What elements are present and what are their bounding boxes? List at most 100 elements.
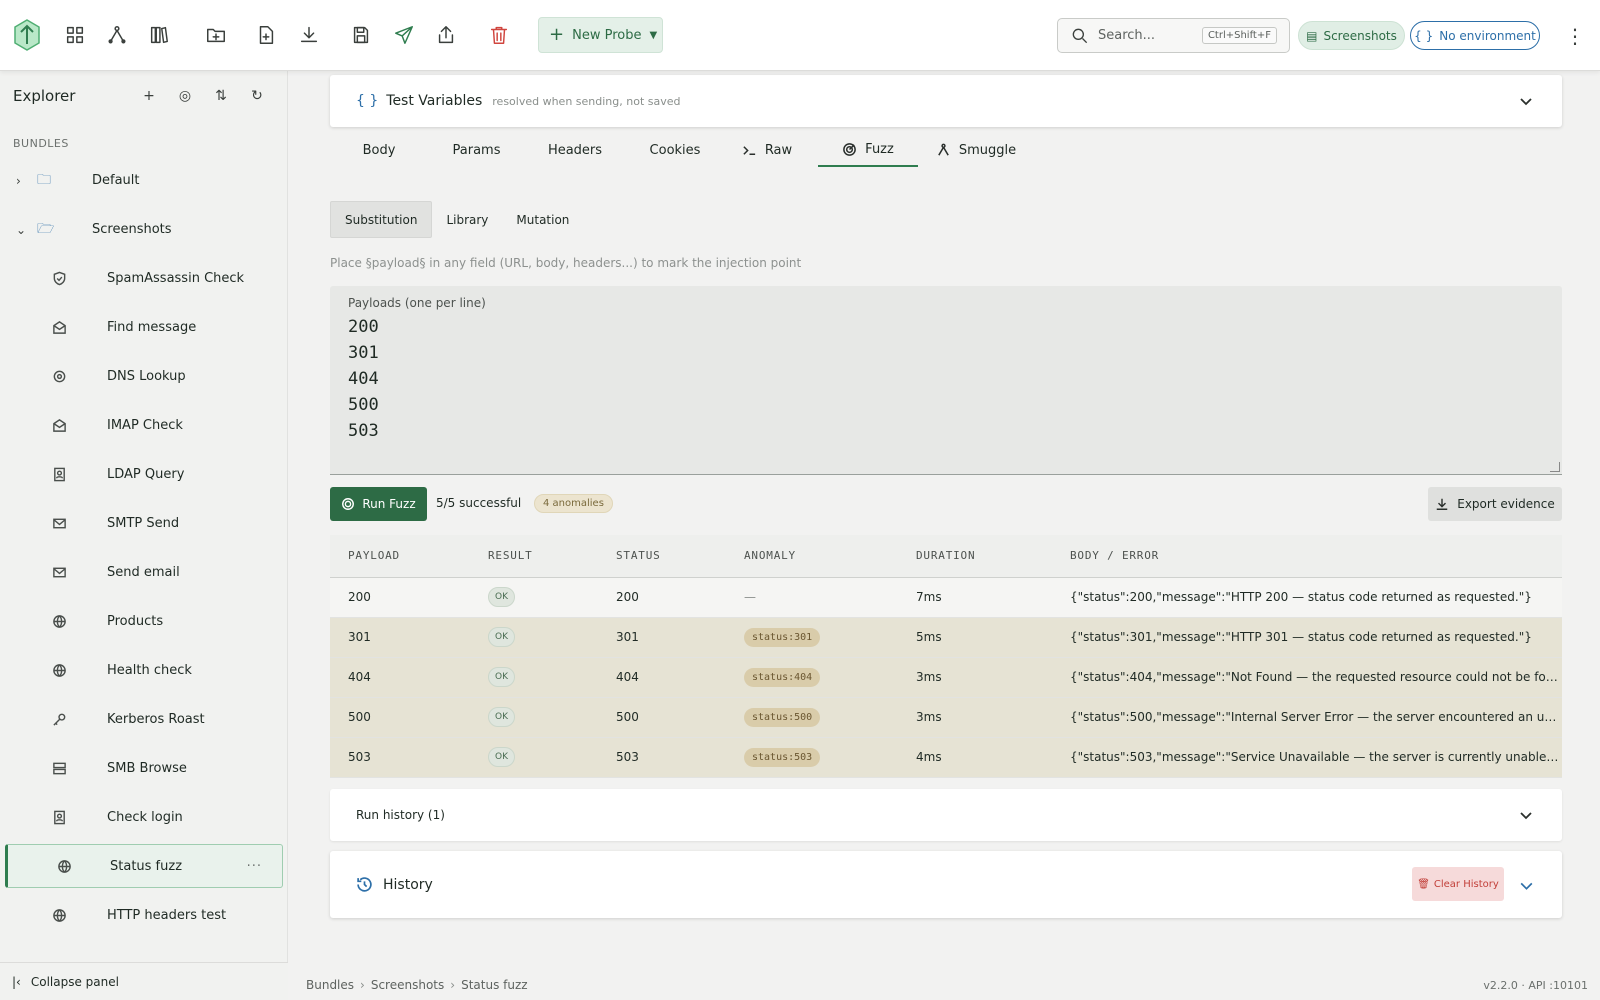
- tab-fuzz[interactable]: Fuzz: [818, 133, 918, 167]
- result-badge: OK: [488, 747, 515, 767]
- target-icon: [50, 368, 68, 386]
- tab-params[interactable]: Params: [434, 133, 519, 167]
- more-icon[interactable]: ···: [247, 859, 262, 874]
- payload-cell: 500: [330, 697, 470, 738]
- table-row[interactable]: 404 OK 404 status:404 3ms {"status":404,"mess…: [330, 657, 1562, 698]
- bundle-pill[interactable]: ▤ Screenshots: [1298, 21, 1405, 50]
- collapse-panel-button[interactable]: |‹ Collapse panel: [0, 962, 288, 1000]
- send-icon: [395, 26, 413, 44]
- refresh-icon[interactable]: ↻: [246, 85, 268, 107]
- folder-default[interactable]: › 🗀 Default: [0, 156, 288, 205]
- sidebar-item-spamassassin-check[interactable]: SpamAssassin Check: [0, 254, 288, 303]
- dashboard-button[interactable]: [60, 20, 90, 50]
- breadcrumb-item[interactable]: Screenshots: [371, 978, 444, 992]
- result-cell: OK: [470, 617, 598, 658]
- table-row[interactable]: 500 OK 500 status:500 3ms {"status":500,"mess…: [330, 697, 1562, 738]
- mail-open-icon: [50, 417, 68, 435]
- sidebar-item-health-check[interactable]: Health check: [0, 646, 288, 695]
- history-panel[interactable]: History 🗑 Clear History: [330, 851, 1562, 918]
- folder-icon: 🗀: [37, 171, 51, 188]
- add-icon[interactable]: +: [138, 85, 160, 107]
- column-header: STATUS: [598, 535, 726, 578]
- library-button[interactable]: [144, 20, 174, 50]
- test-variables-subtitle: resolved when sending, not saved: [492, 94, 681, 108]
- result-badge: OK: [488, 587, 515, 607]
- chevron-right-icon: ›: [360, 978, 365, 992]
- import-button[interactable]: [294, 20, 324, 50]
- sidebar-item-status-fuzz[interactable]: Status fuzz ···: [5, 844, 283, 888]
- payloads-textarea[interactable]: Payloads (one per line) 200 301 404 500 503: [330, 286, 1562, 475]
- payload-cell: 200: [330, 577, 470, 618]
- resize-handle[interactable]: [1550, 462, 1560, 472]
- tab-smuggle[interactable]: Smuggle: [926, 133, 1026, 167]
- anomalies-badge: 4 anomalies: [534, 494, 613, 513]
- search-input[interactable]: Search... Ctrl+Shift+F: [1057, 18, 1290, 53]
- clear-history-button[interactable]: 🗑 Clear History: [1412, 867, 1504, 901]
- new-folder-button[interactable]: [201, 20, 231, 50]
- breadcrumb: Bundles › Screenshots › Status fuzz: [306, 978, 528, 992]
- chevron-down-icon[interactable]: [1518, 877, 1534, 893]
- save-button[interactable]: [346, 20, 376, 50]
- table-row[interactable]: 503 OK 503 status:503 4ms {"status":503,"mess…: [330, 737, 1562, 778]
- body-cell: {"status":503,"message":"Service Unavail…: [1052, 737, 1562, 778]
- export-evidence-label: Export evidence: [1457, 497, 1555, 511]
- export-button[interactable]: [431, 20, 461, 50]
- export-evidence-button[interactable]: Export evidence: [1428, 487, 1562, 521]
- duration-cell: 3ms: [898, 657, 1052, 698]
- tab-raw[interactable]: Raw: [728, 133, 806, 167]
- sidebar-item-smb-browse[interactable]: SMB Browse: [0, 744, 288, 793]
- sidebar-item-label: Kerberos Roast: [107, 712, 205, 727]
- sidebar-item-products[interactable]: Products: [0, 597, 288, 646]
- branch-icon: [108, 26, 126, 44]
- new-file-button[interactable]: [251, 20, 281, 50]
- more-menu-icon[interactable]: ⋮: [1565, 22, 1585, 50]
- sidebar-item-label: DNS Lookup: [107, 369, 186, 384]
- sidebar-item-send-email[interactable]: Send email: [0, 548, 288, 597]
- chevron-down-icon[interactable]: [1518, 807, 1534, 823]
- sidebar-item-smtp-send[interactable]: SMTP Send: [0, 499, 288, 548]
- new-probe-label: New Probe: [572, 27, 642, 43]
- payload-line: 200: [348, 317, 379, 337]
- subtab-substitution[interactable]: Substitution: [330, 201, 433, 238]
- subtab-library[interactable]: Library: [432, 201, 502, 238]
- target-icon[interactable]: ◎: [174, 85, 196, 107]
- sidebar-item-ldap-query[interactable]: LDAP Query: [0, 450, 288, 499]
- delete-button[interactable]: [484, 20, 514, 50]
- status-cell: 404: [598, 657, 726, 698]
- sidebar-item-find-message[interactable]: Find message: [0, 303, 288, 352]
- folder-screenshots[interactable]: ⌄ 🗁 Screenshots: [0, 205, 288, 254]
- tab-headers[interactable]: Headers: [530, 133, 620, 167]
- subtab-mutation[interactable]: Mutation: [502, 201, 583, 238]
- breadcrumb-item[interactable]: Bundles: [306, 978, 354, 992]
- sort-icon[interactable]: ⇅: [210, 85, 232, 107]
- sidebar-item-kerberos-roast[interactable]: Kerberos Roast: [0, 695, 288, 744]
- sidebar-item-http-headers-test[interactable]: HTTP headers test: [0, 891, 288, 940]
- chevron-down-icon[interactable]: [1518, 93, 1534, 109]
- new-probe-button[interactable]: + New Probe ▼: [538, 17, 663, 53]
- sidebar-actions: + ◎ ⇅ ↻: [138, 85, 268, 107]
- run-history-panel[interactable]: Run history (1): [330, 789, 1562, 841]
- run-fuzz-button[interactable]: Run Fuzz: [330, 487, 427, 521]
- table-row[interactable]: 301 OK 301 status:301 5ms {"status":301,"mess…: [330, 617, 1562, 658]
- sidebar-item-check-login[interactable]: Check login: [0, 793, 288, 842]
- globe-icon: [50, 907, 68, 925]
- tab-label: Headers: [547, 142, 603, 158]
- status-cell: 301: [598, 617, 726, 658]
- sidebar-item-label: LDAP Query: [107, 467, 185, 482]
- test-variables-panel[interactable]: { } Test Variables resolved when sending…: [330, 75, 1562, 127]
- body-cell: {"status":404,"message":"Not Found — the…: [1052, 657, 1562, 698]
- sidebar-item-imap-check[interactable]: IMAP Check: [0, 401, 288, 450]
- environment-pill[interactable]: { } No environment: [1410, 21, 1540, 50]
- send-button[interactable]: [389, 20, 419, 50]
- body-cell: {"status":200,"message":"HTTP 200 — stat…: [1052, 577, 1562, 618]
- tab-body[interactable]: Body: [344, 133, 414, 167]
- sidebar-item-dns-lookup[interactable]: DNS Lookup: [0, 352, 288, 401]
- anomaly-badge: status:404: [744, 667, 821, 687]
- injection-hint: Place §payload§ in any field (URL, body,…: [330, 256, 802, 270]
- version-info: v2.2.0 · API :10101: [1483, 978, 1588, 992]
- table-row[interactable]: 200 OK 200 — 7ms {"status":200,"message":"HTT…: [330, 577, 1562, 618]
- sidebar-item-label: SMTP Send: [107, 516, 180, 531]
- flow-button[interactable]: [102, 20, 132, 50]
- run-history-label: Run history (1): [356, 808, 445, 822]
- tab-cookies[interactable]: Cookies: [630, 133, 720, 167]
